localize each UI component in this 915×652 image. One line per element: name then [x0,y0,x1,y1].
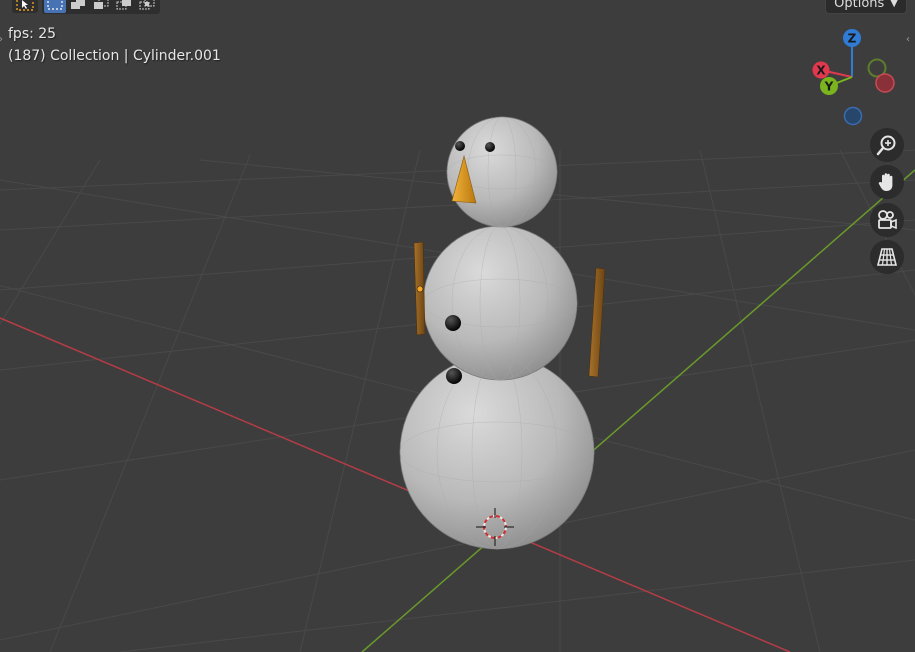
select-subtract-icon [94,0,109,9]
grid-perspective-icon [876,248,898,266]
fps-readout: fps: 25 [8,26,57,42]
select-mode-new[interactable] [44,0,66,13]
hand-pan-icon [878,173,893,191]
select-mode-extend[interactable] [67,0,89,13]
select-new-icon [47,0,63,10]
select-mode-group [42,0,160,14]
origin-dot [416,285,424,293]
navigation-gizmo[interactable]: X Z Y [812,29,895,126]
camera-view-button[interactable] [870,203,904,237]
select-box-icon [16,0,34,11]
snowman-bottom-ball [399,354,595,550]
snowman[interactable] [399,116,606,550]
snowman-button-lower [446,368,462,384]
pan-button[interactable] [870,165,904,199]
scene-canvas[interactable]: X Z Y [0,0,915,652]
gizmo-y-label: Y [824,80,834,94]
snowman-eye-right [485,142,495,152]
select-invert-icon [116,0,131,9]
snowman-middle-ball [422,225,578,381]
gizmo-x-label: X [816,64,826,78]
options-label: Options [834,0,885,11]
gizmo-neg-x [875,73,895,93]
select-mode-subtract[interactable] [90,0,112,13]
camera-view-icon [878,210,897,230]
options-dropdown[interactable]: Options ▼ [825,0,907,14]
toolbar-expand-arrow-icon[interactable]: › [0,34,3,45]
select-mode-intersect[interactable] [136,0,158,13]
snowman-eye-left [455,141,465,151]
3d-viewport[interactable]: X Z Y Options ▼ fps: 25 (187) Collection… [0,0,915,652]
select-mode-invert[interactable] [113,0,135,13]
zoom-icon [876,135,896,156]
select-intersect-icon [139,0,155,9]
snowman-button-upper [445,315,461,331]
sidebar-expand-arrow-icon[interactable]: ‹ [906,34,910,45]
select-extend-icon [71,0,85,9]
select-tool-button[interactable] [12,0,38,13]
header-toolbar [12,0,160,14]
x-axis-line [0,317,791,652]
chevron-down-icon: ▼ [890,0,898,9]
gizmo-neg-z [843,106,863,126]
gizmo-z-label: Z [848,32,857,46]
object-info-text: (187) Collection | Cylinder.001 [8,48,221,64]
snowman-arm-right [588,267,606,378]
zoom-button[interactable] [870,128,904,162]
perspective-toggle-button[interactable] [870,240,904,274]
